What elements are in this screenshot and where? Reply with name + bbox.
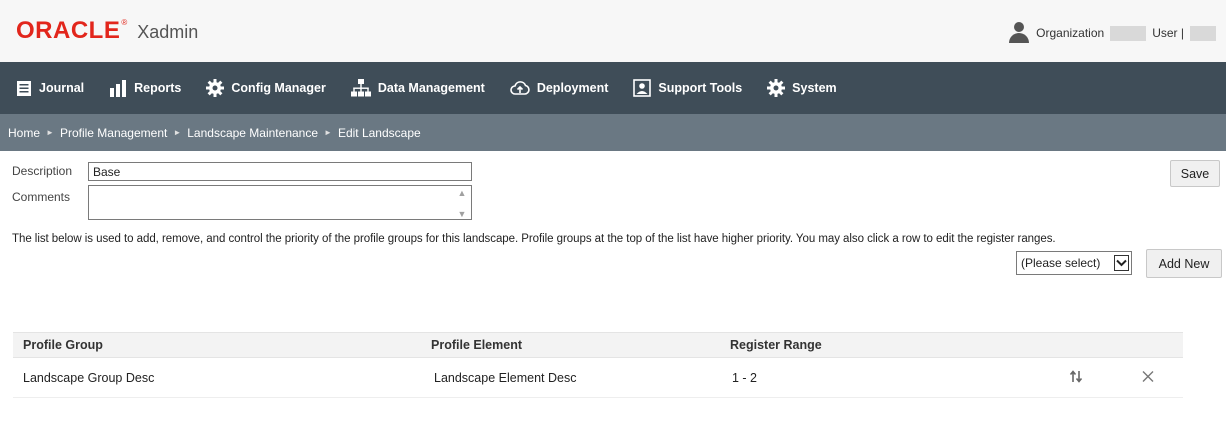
app-header: ORACLE ® Xadmin Organization User | <box>0 0 1226 62</box>
column-header-profile-group[interactable]: Profile Group <box>23 338 103 352</box>
reports-icon <box>110 79 127 97</box>
comments-textarea[interactable] <box>89 186 453 219</box>
reorder-icon[interactable] <box>1069 369 1083 386</box>
column-header-profile-element[interactable]: Profile Element <box>431 338 522 352</box>
user-area: Organization User | <box>1008 22 1216 44</box>
add-new-button[interactable]: Add New <box>1146 249 1222 278</box>
breadcrumb-separator: ► <box>324 128 332 137</box>
gear-icon <box>206 79 225 97</box>
register-range-cell: 1 - 2 <box>732 370 758 385</box>
oracle-logo[interactable]: ORACLE ® Xadmin <box>16 17 199 44</box>
table-header: Profile Group Profile Element Register R… <box>13 332 1183 358</box>
breadcrumb: Home ► Profile Management ► Landscape Ma… <box>0 114 1226 151</box>
gear-icon <box>767 79 786 97</box>
registered-mark: ® <box>121 18 128 27</box>
profile-group-cell: Landscape Group Desc <box>23 370 155 385</box>
breadcrumb-separator: ► <box>173 128 182 137</box>
profile-group-select[interactable]: (Please select) <box>1016 251 1132 275</box>
info-text: The list below is used to add, remove, a… <box>12 233 1056 245</box>
nav-system[interactable]: System <box>767 79 837 97</box>
logo-wordmark: ORACLE <box>16 17 121 44</box>
column-header-register-range[interactable]: Register Range <box>730 338 822 352</box>
journal-icon <box>17 80 31 96</box>
hierarchy-icon <box>350 79 371 97</box>
main-nav: Journal Reports Config Manager Data Mana… <box>0 62 1226 114</box>
breadcrumb-edit-landscape: Edit Landscape <box>337 125 421 140</box>
nav-config-manager[interactable]: Config Manager <box>206 79 326 97</box>
breadcrumb-separator: ► <box>46 128 54 137</box>
nav-journal[interactable]: Journal <box>16 80 84 97</box>
breadcrumb-landscape-maintenance[interactable]: Landscape Maintenance <box>187 126 318 140</box>
chevron-down-icon[interactable] <box>1114 255 1129 271</box>
organization-value-redacted <box>1110 25 1147 41</box>
nav-data-management[interactable]: Data Management <box>350 79 485 97</box>
description-label: Description <box>12 164 73 178</box>
nav-data-management-label: Data Management <box>377 81 485 95</box>
nav-config-manager-label: Config Manager <box>231 81 326 95</box>
comments-field[interactable]: ▲ ▼ <box>88 185 472 220</box>
scroll-down-icon[interactable]: ▼ <box>458 209 467 219</box>
breadcrumb-home[interactable]: Home <box>8 126 40 140</box>
nav-deployment[interactable]: Deployment <box>510 79 609 97</box>
nav-support-tools[interactable]: Support Tools <box>633 79 742 97</box>
comments-label: Comments <box>12 190 71 204</box>
organization-label: Organization <box>1036 26 1105 40</box>
nav-reports[interactable]: Reports <box>109 79 182 97</box>
nav-system-label: System <box>792 81 837 95</box>
save-button[interactable]: Save <box>1170 160 1220 187</box>
profile-groups-table: Profile Group Profile Element Register R… <box>13 332 1183 398</box>
breadcrumb-profile-management[interactable]: Profile Management <box>60 126 167 140</box>
nav-deployment-label: Deployment <box>536 81 609 95</box>
select-value: (Please select) <box>1021 256 1101 270</box>
user-icon[interactable] <box>1008 22 1030 44</box>
nav-reports-label: Reports <box>134 81 182 95</box>
profile-element-cell: Landscape Element Desc <box>434 370 577 385</box>
support-tools-icon <box>633 79 652 97</box>
user-label: User | <box>1152 26 1184 40</box>
app-name: Xadmin <box>137 22 199 42</box>
nav-journal-label: Journal <box>39 81 85 95</box>
scroll-up-icon[interactable]: ▲ <box>458 188 467 198</box>
user-value-redacted <box>1190 25 1216 41</box>
cloud-upload-icon <box>510 81 530 95</box>
description-input[interactable] <box>88 162 472 181</box>
table-row[interactable]: Landscape Group Desc Landscape Element D… <box>13 358 1183 398</box>
comments-scrollbar[interactable]: ▲ ▼ <box>455 188 469 219</box>
delete-icon[interactable] <box>1142 370 1154 385</box>
nav-support-tools-label: Support Tools <box>658 81 743 95</box>
